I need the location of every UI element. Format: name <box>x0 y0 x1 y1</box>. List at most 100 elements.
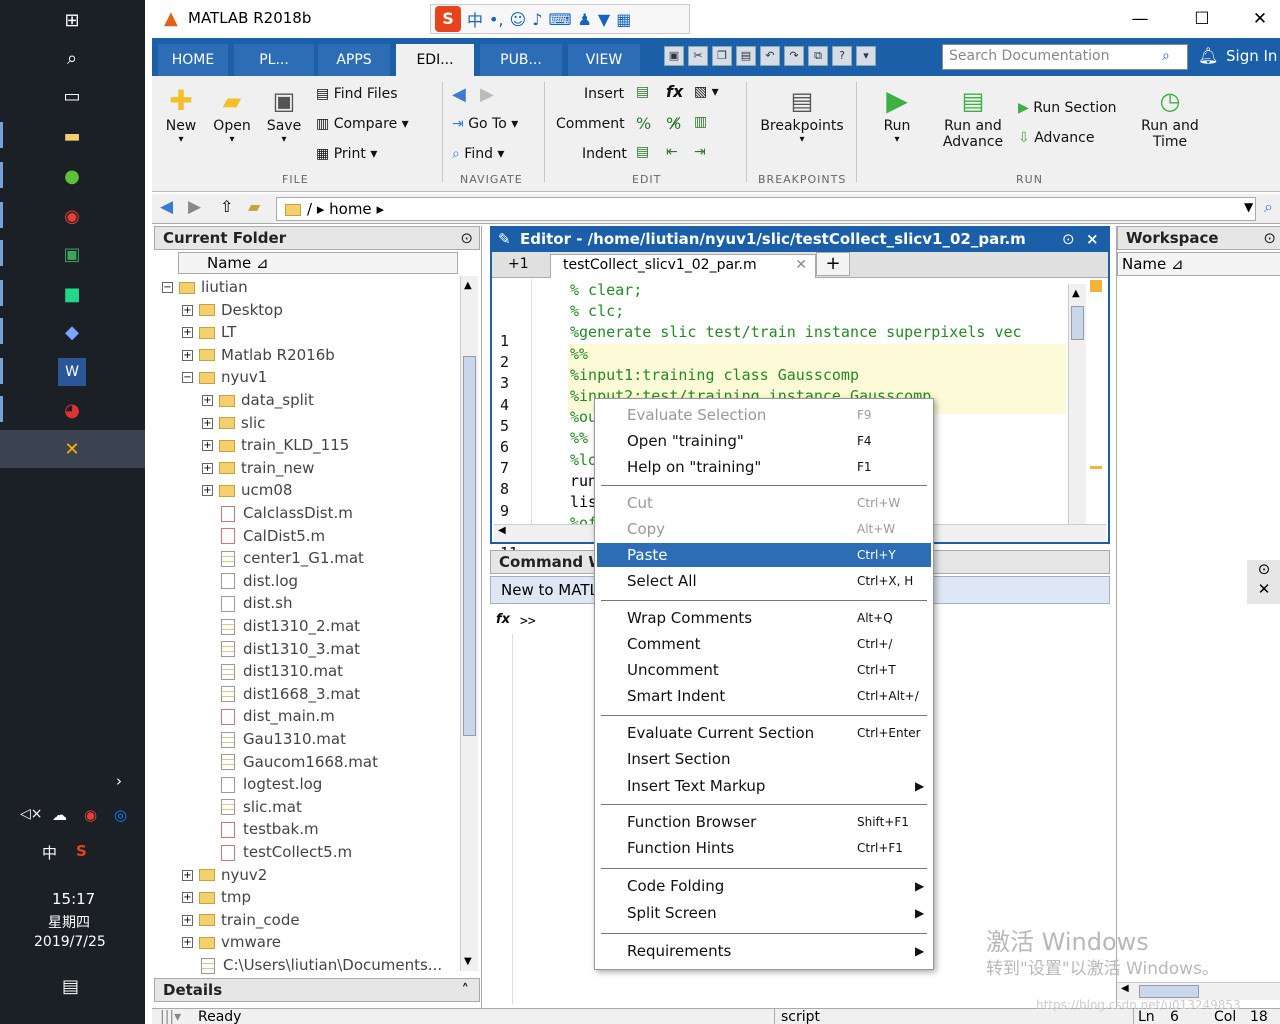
chevron-right-icon[interactable]: › <box>116 772 122 790</box>
sogou-logo-icon[interactable]: S <box>435 6 461 32</box>
tab-home[interactable]: HOME <box>158 44 228 76</box>
menu-item[interactable]: Function Hints Ctrl+F1 <box>597 836 931 860</box>
microphone-icon[interactable]: ♪ <box>532 10 542 29</box>
panel-menu-icon[interactable]: ⊙ <box>1247 560 1280 582</box>
menu-item[interactable]: Requirements ▶ <box>597 939 931 963</box>
code-line[interactable]: % clear; <box>570 281 642 299</box>
menu-item[interactable]: Uncomment Ctrl+T <box>597 658 931 682</box>
file-item[interactable]: logtest.log <box>202 775 322 793</box>
task-view-icon[interactable]: ▭ <box>58 82 86 110</box>
app-icon-red[interactable]: ◕ <box>58 396 86 424</box>
code-line[interactable]: %input1:training class Gausscomp <box>570 366 859 384</box>
close-editor-icon[interactable]: × <box>1086 230 1099 248</box>
file-item[interactable]: CalclassDist.m <box>202 504 353 522</box>
scrollbar-thumb[interactable] <box>463 356 476 736</box>
expand-icon[interactable]: + <box>182 914 193 926</box>
word-icon[interactable]: W <box>58 358 86 386</box>
folder-item[interactable]: + train_new <box>202 459 314 477</box>
expand-icon[interactable]: + <box>182 892 193 904</box>
file-explorer-icon[interactable]: ▬ <box>58 122 86 150</box>
menu-item[interactable]: Open "training" F4 <box>597 429 931 453</box>
back-arrow-icon[interactable]: ◀ <box>452 84 466 105</box>
editor-scrollbar[interactable]: ▲ <box>1068 284 1086 524</box>
file-item[interactable]: slic.mat <box>202 798 302 816</box>
search-icon[interactable]: ⌕ <box>1162 48 1170 64</box>
customize-icon[interactable]: ▾ <box>856 46 876 66</box>
tab-editor[interactable]: EDI... <box>396 44 474 76</box>
wrap-comment-icon[interactable]: ▥ <box>694 114 707 130</box>
expand-icon[interactable]: + <box>202 462 213 474</box>
breakpoints-button[interactable]: ▤ Breakpoints ▾ <box>756 84 848 145</box>
sogou-tray-icon[interactable]: S <box>76 842 87 860</box>
skin-icon[interactable]: ▼ <box>598 10 610 29</box>
close-tab-icon[interactable]: ✕ <box>795 257 807 273</box>
save-icon[interactable]: ▣ <box>664 46 684 66</box>
folder-item[interactable]: + nyuv2 <box>182 866 267 884</box>
file-item[interactable]: Gau1310.mat <box>202 730 346 748</box>
chevron-up-icon[interactable]: ˄ <box>462 981 470 999</box>
panel-menu-icon[interactable]: ⊙ <box>1062 230 1075 248</box>
find-button[interactable]: ⌕ Find ▾ <box>452 146 504 162</box>
mute-icon[interactable]: ◁× <box>20 806 43 822</box>
teamviewer-icon[interactable]: ◎ <box>114 806 127 824</box>
bell-icon[interactable]: 🔔︎ <box>1198 46 1218 65</box>
menu-item[interactable]: Smart Indent Ctrl+Alt+/ <box>597 684 931 708</box>
search-folder-icon[interactable]: ⌕ <box>1264 197 1273 217</box>
close-banner-icon[interactable]: ✕ <box>1247 580 1280 604</box>
menu-item[interactable]: Insert Text Markup ▶ <box>597 774 931 798</box>
expand-icon[interactable]: + <box>202 395 213 406</box>
find-files-button[interactable]: ▤ Find Files <box>316 86 398 102</box>
folder-item[interactable]: − liutian <box>162 278 248 296</box>
grid-icon[interactable]: ▦ <box>616 10 631 29</box>
workspace-name-header[interactable]: Name ⊿ <box>1117 252 1280 276</box>
panel-menu-icon[interactable]: ⊙ <box>1263 229 1276 247</box>
menu-item[interactable]: Help on "training" F1 <box>597 455 931 479</box>
code-analyzer-warning-indicator[interactable] <box>1090 280 1102 292</box>
back-icon[interactable]: ◀ <box>160 197 173 217</box>
menu-item[interactable]: Split Screen ▶ <box>597 901 931 925</box>
switch-windows-icon[interactable]: ⧉ <box>808 46 828 66</box>
editor-tab-file[interactable]: testCollect_slicv1_02_par.m ✕ <box>550 254 816 278</box>
up-folder-icon[interactable]: ⇧ <box>220 197 233 216</box>
menu-item[interactable]: Wrap Comments Alt+Q <box>597 606 931 630</box>
file-item[interactable]: dist.log <box>202 572 298 590</box>
smart-indent-icon[interactable]: ▤ <box>636 144 649 160</box>
run-and-time-button[interactable]: ◷ Run and Time <box>1138 84 1202 150</box>
file-item[interactable]: dist.sh <box>202 594 292 612</box>
folder-item[interactable]: − nyuv1 <box>182 368 267 386</box>
expand-icon[interactable]: + <box>202 485 213 497</box>
panel-menu-icon[interactable]: ⊙ <box>460 229 473 247</box>
code-line[interactable]: %generate slic test/train instance super… <box>570 323 1022 341</box>
ime-lang-indicator[interactable]: 中 <box>467 7 483 31</box>
punctuation-icon[interactable]: •, <box>489 10 504 29</box>
expand-icon[interactable]: + <box>182 327 193 339</box>
chrome-icon[interactable]: ◉ <box>58 202 86 230</box>
forward-icon[interactable]: ▶ <box>188 197 201 217</box>
notification-icon[interactable]: ▤ <box>62 976 79 997</box>
sign-in-link[interactable]: Sign In <box>1226 47 1277 65</box>
minimize-button[interactable]: — <box>1126 6 1154 32</box>
tab-plots[interactable]: PL... <box>234 44 314 76</box>
folder-scrollbar[interactable]: ▲ ▼ <box>460 276 478 971</box>
keyboard-icon[interactable]: ⌨ <box>548 10 571 29</box>
new-button[interactable]: ✚ New ▾ <box>160 84 202 145</box>
app-icon[interactable]: ◆ <box>58 318 86 346</box>
clock-day[interactable]: 星期四 <box>48 912 90 932</box>
folder-item[interactable]: + train_KLD_115 <box>202 436 349 454</box>
search-icon[interactable]: ⌕ <box>58 44 86 72</box>
folder-item[interactable]: + slic <box>202 414 265 432</box>
path-field[interactable]: / ▸ home ▸ <box>276 197 1256 221</box>
folder-item[interactable]: + Matlab R2016b <box>182 346 335 364</box>
windows-start-icon[interactable]: ⊞ <box>58 6 86 34</box>
collapse-icon[interactable]: − <box>182 372 193 384</box>
folder-item[interactable]: + LT <box>182 323 236 341</box>
new-tab-button[interactable]: + <box>816 252 850 276</box>
folder-item[interactable]: + train_code <box>182 911 300 929</box>
tab-view[interactable]: VIEW <box>568 44 640 76</box>
xmanager-icon[interactable]: ✕ <box>58 435 86 463</box>
open-button[interactable]: ▰ Open ▾ <box>210 84 254 145</box>
collapse-icon[interactable]: − <box>162 282 173 293</box>
tab-count[interactable]: +1 <box>508 256 529 272</box>
save-button[interactable]: ▣ Save ▾ <box>262 84 306 145</box>
forward-arrow-icon[interactable]: ▶ <box>480 84 494 105</box>
